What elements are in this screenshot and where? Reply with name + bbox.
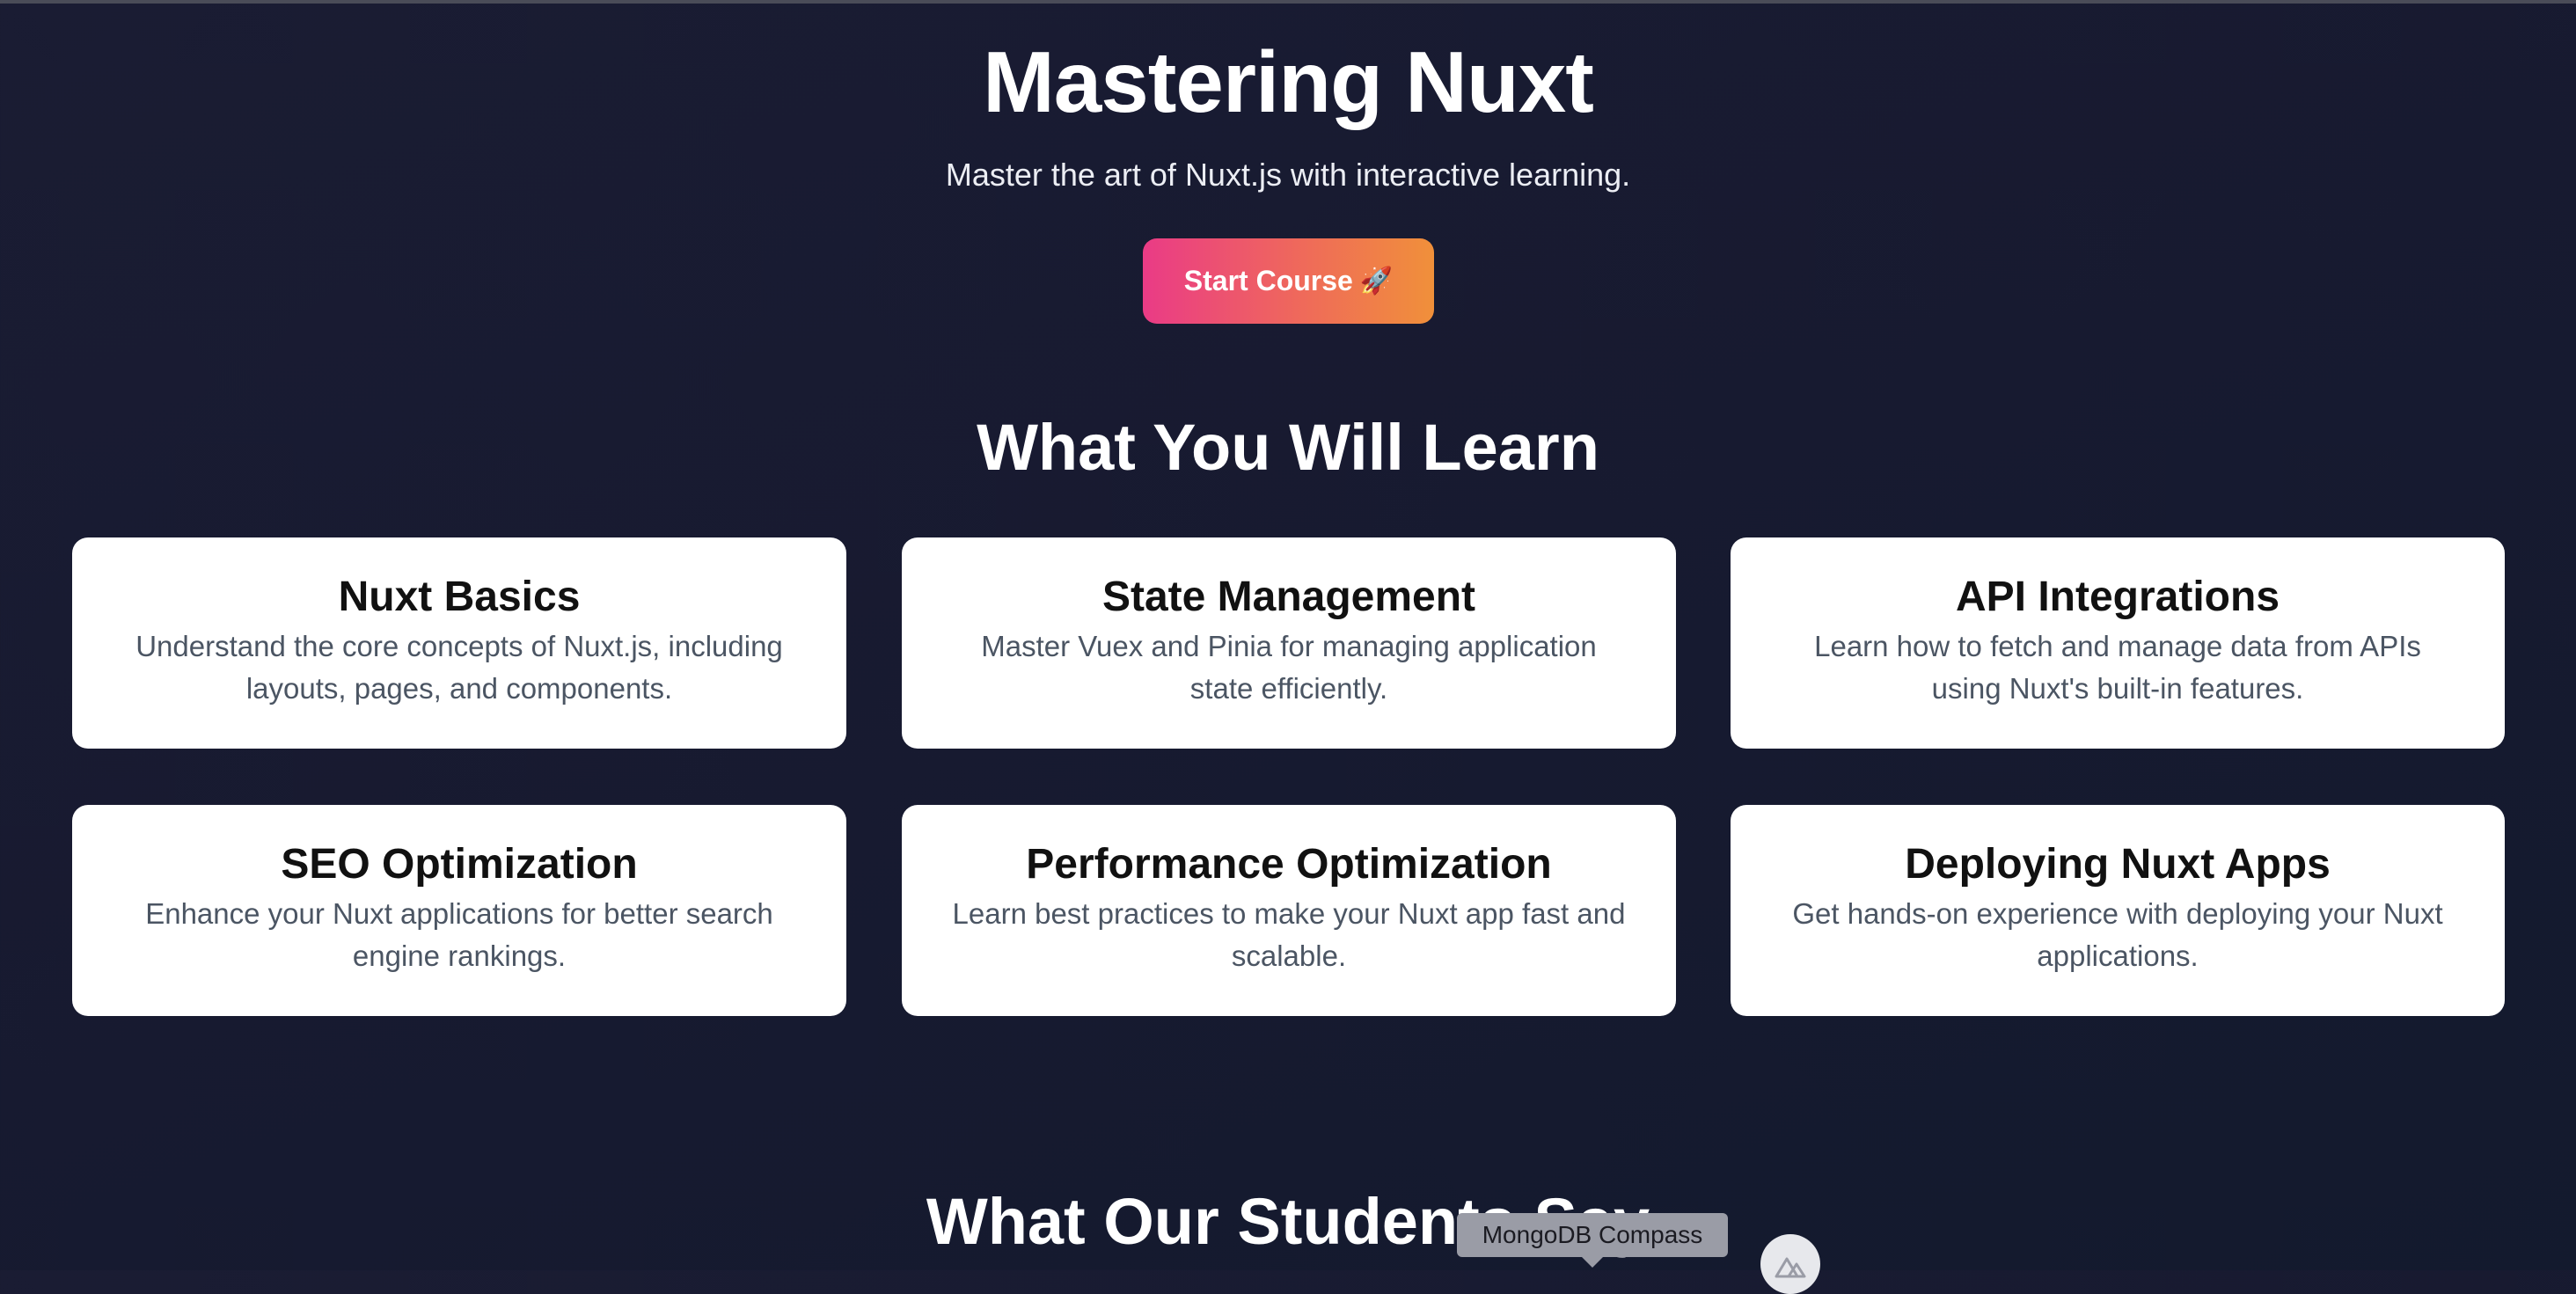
course-card-state-management: State Management Master Vuex and Pinia f… xyxy=(902,537,1676,749)
card-description: Learn best practices to make your Nuxt a… xyxy=(952,897,1626,972)
card-title: Performance Optimization xyxy=(1026,841,1552,888)
course-card-deploying-nuxt-apps: Deploying Nuxt Apps Get hands-on experie… xyxy=(1731,805,2505,1016)
course-card-seo-optimization: SEO Optimization Enhance your Nuxt appli… xyxy=(72,805,846,1016)
window-top-border xyxy=(0,0,2576,4)
card-title: API Integrations xyxy=(1955,574,2280,620)
card-title: Nuxt Basics xyxy=(338,574,581,620)
students-section-title: What Our Students Say xyxy=(926,1185,1650,1258)
learn-section-title: What You Will Learn xyxy=(977,411,1599,484)
hero-subtitle: Master the art of Nuxt.js with interacti… xyxy=(945,157,1631,193)
start-course-button[interactable]: Start Course 🚀 xyxy=(1143,238,1434,324)
card-description: Understand the core concepts of Nuxt.js,… xyxy=(135,630,783,705)
card-title: Deploying Nuxt Apps xyxy=(1905,841,2331,888)
nuxt-logo-glyph xyxy=(1775,1257,1806,1278)
rocket-icon: 🚀 xyxy=(1359,266,1394,296)
card-description: Learn how to fetch and manage data from … xyxy=(1814,630,2421,705)
card-description: Get hands-on experience with deploying y… xyxy=(1792,897,2443,972)
dock-tooltip-arrow xyxy=(1582,1257,1603,1268)
card-title: State Management xyxy=(1101,574,1476,620)
card-title: SEO Optimization xyxy=(281,841,638,888)
dock-tooltip: MongoDB Compass xyxy=(1457,1213,1728,1257)
card-description: Master Vuex and Pinia for managing appli… xyxy=(981,630,1597,705)
course-card-performance-optimization: Performance Optimization Learn best prac… xyxy=(902,805,1676,1016)
nuxt-logo-icon[interactable] xyxy=(1760,1234,1820,1294)
hero-title: Mastering Nuxt xyxy=(983,33,1594,130)
card-description: Enhance your Nuxt applications for bette… xyxy=(145,897,773,972)
course-card-api-integrations: API Integrations Learn how to fetch and … xyxy=(1731,537,2505,749)
start-course-label: Start Course xyxy=(1183,265,1353,296)
course-card-nuxt-basics: Nuxt Basics Understand the core concepts… xyxy=(72,537,846,749)
